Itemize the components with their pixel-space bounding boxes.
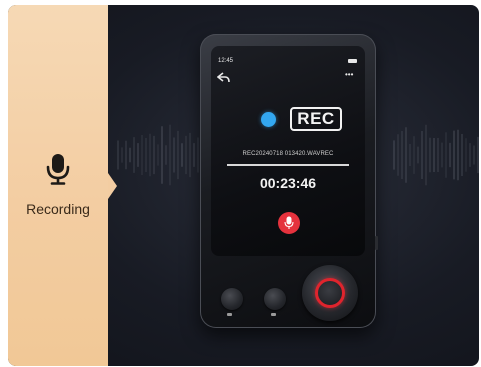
status-time: 12:45 [218,58,234,64]
recording-indicator [261,112,276,127]
record-mic-button[interactable] [278,212,300,234]
rec-badge: REC [290,107,342,131]
panel-pointer [108,173,117,199]
mode-label: Recording [26,201,90,217]
previous-key[interactable] [221,288,243,310]
recorder-screen: 12:45 ••• REC REC20240718 013420.WAVREC … [211,46,365,256]
microphone-icon [284,216,294,229]
battery-icon [348,59,357,63]
previous-key-mark [227,313,232,316]
back-arrow-icon[interactable] [217,72,231,84]
more-dots-icon[interactable]: ••• [345,71,353,79]
product-frame: Recording 12:45 ••• REC REC20240718 0134… [0,0,481,367]
elapsed-time: 00:23:46 [259,175,317,191]
panel-icon [8,153,108,193]
side-button [375,236,378,250]
recording-filename: REC20240718 013420.WAVREC [242,151,334,157]
dial-record-ring[interactable] [315,278,345,308]
microphone-icon [46,154,70,185]
next-key[interactable] [264,288,286,310]
next-key-mark [271,313,276,316]
recording-progress-line [227,164,349,166]
